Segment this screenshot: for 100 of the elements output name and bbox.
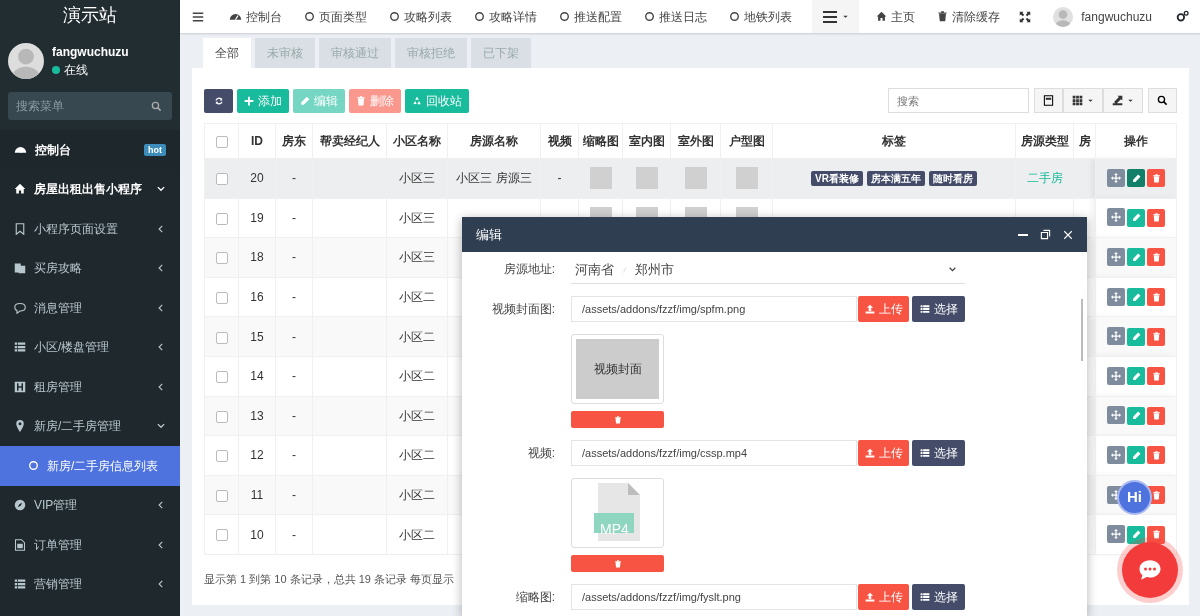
home-link[interactable]: 主页 (865, 7, 927, 26)
drag-button[interactable] (1107, 327, 1125, 346)
drag-button[interactable] (1107, 287, 1125, 306)
edit-button[interactable] (1127, 367, 1145, 386)
search-icon (1157, 95, 1168, 106)
choose-button[interactable]: 选择 (912, 440, 965, 466)
checkbox[interactable] (215, 450, 228, 463)
delete-button[interactable] (1147, 406, 1165, 425)
menu-item[interactable]: 租房管理 (0, 367, 180, 407)
checkbox[interactable] (215, 331, 228, 344)
edit-button[interactable] (1127, 446, 1145, 465)
field-label: 缩略图: (514, 589, 555, 606)
column-header: 帮卖经纪人 (319, 134, 380, 148)
menu-dropdown-button[interactable] (812, 0, 860, 33)
close-icon (1063, 229, 1073, 240)
drag-button[interactable] (1107, 248, 1125, 266)
toggle-view-button[interactable] (1034, 88, 1063, 113)
table-cell: 16 (250, 290, 264, 305)
checkbox[interactable] (215, 135, 228, 148)
checkbox[interactable] (215, 212, 228, 225)
nav-link[interactable]: 攻略列表 (378, 7, 463, 26)
delete-button[interactable] (1147, 327, 1165, 346)
delete-button[interactable] (1147, 525, 1165, 544)
input-field[interactable]: /assets/addons/fzzf/img/cssp.mp4 (571, 440, 857, 466)
delete-button[interactable] (1147, 169, 1165, 188)
drag-button[interactable] (1107, 366, 1125, 385)
checkbox[interactable] (215, 173, 228, 186)
column-header: 标签 (882, 134, 906, 148)
edit-button[interactable] (1127, 525, 1145, 544)
drag-button[interactable] (1107, 445, 1125, 464)
fullscreen-button[interactable] (1019, 10, 1032, 23)
choose-button[interactable]: 选择 (912, 296, 965, 322)
drag-button[interactable] (1107, 525, 1125, 544)
refresh-button[interactable] (204, 88, 233, 113)
menu-item[interactable]: 新房/二手房信息列表 (0, 446, 180, 486)
search-button[interactable] (1148, 88, 1177, 113)
minimize-button[interactable] (1018, 233, 1028, 236)
nav-link[interactable]: 攻略详情 (463, 7, 548, 26)
menu-item[interactable]: 营销管理 (0, 564, 180, 604)
menu-item[interactable]: 小程序页面设置 (0, 209, 180, 249)
drag-button[interactable] (1107, 406, 1125, 425)
close-button[interactable] (1063, 229, 1073, 240)
edit-button[interactable] (1127, 327, 1145, 346)
export-button[interactable] (1103, 88, 1143, 113)
nav-link[interactable]: 地铁列表 (718, 7, 803, 26)
search-field[interactable]: 搜索菜单 (8, 92, 172, 120)
drag-button[interactable] (1107, 168, 1125, 187)
checkbox[interactable] (215, 489, 228, 502)
menu-item[interactable]: 小区/楼盘管理 (0, 327, 180, 367)
table-cell: 14 (250, 369, 264, 384)
menu-item[interactable]: 订单管理 (0, 525, 180, 565)
columns-button[interactable] (1063, 88, 1103, 113)
table-cell: 二手房 (1026, 171, 1063, 186)
checkbox[interactable] (215, 529, 228, 542)
nav-link[interactable]: 推送配置 (548, 7, 633, 26)
delete-button[interactable] (1147, 208, 1165, 227)
delete-button[interactable] (1147, 446, 1165, 465)
delete-button[interactable] (571, 411, 664, 428)
pencil-icon (300, 95, 310, 106)
edit-button[interactable] (1127, 288, 1145, 307)
choose-button[interactable]: 选择 (912, 584, 965, 610)
trash-icon (356, 95, 366, 106)
checkbox[interactable] (215, 410, 228, 423)
maximize-button[interactable] (1040, 229, 1051, 240)
nav-link[interactable]: 控制台 (218, 7, 293, 26)
delete-button[interactable] (1147, 288, 1165, 307)
list-icon (919, 304, 930, 314)
input-field[interactable]: /assets/addons/fzzf/img/fyslt.png (571, 584, 857, 610)
move-icon (1111, 252, 1121, 262)
checkbox[interactable] (215, 291, 228, 304)
field-label: 房源地址: (502, 261, 555, 278)
delete-button[interactable] (1147, 248, 1165, 267)
checkbox[interactable] (215, 252, 228, 265)
menu-item[interactable]: 新房/二手房管理 (0, 406, 180, 446)
menu-item[interactable]: 消息管理 (0, 288, 180, 328)
column-header: 小区名称 (393, 134, 441, 148)
region-select[interactable]: 河南省 郑州市 (571, 256, 965, 284)
tab[interactable]: 全部 (203, 38, 251, 68)
nav-link[interactable]: 推送日志 (633, 7, 718, 26)
move-icon (1111, 529, 1121, 540)
edit-button[interactable] (1127, 208, 1145, 227)
checkbox[interactable] (215, 371, 228, 384)
menu-item[interactable]: VIP管理 (0, 485, 180, 525)
input-field[interactable]: /assets/addons/fzzf/img/spfm.png (571, 296, 857, 322)
delete-button[interactable] (571, 555, 664, 572)
search-field[interactable]: 搜索 (888, 88, 1029, 113)
user-menu-link[interactable]: fangwuchuzu (1081, 7, 1152, 26)
edit-button[interactable] (1127, 406, 1145, 425)
menu-item[interactable]: 买房攻略 (0, 248, 180, 288)
delete-button[interactable] (1147, 367, 1165, 386)
nav-link[interactable]: 页面类型 (293, 7, 378, 26)
drag-button[interactable] (1107, 208, 1125, 227)
edit-button[interactable] (1127, 248, 1145, 267)
edit-button[interactable] (1127, 169, 1145, 188)
settings-button[interactable] (1176, 10, 1189, 23)
menu-item[interactable]: 房屋出租出售小程序 (0, 169, 180, 209)
clear-cache-link[interactable]: 清除缓存 (926, 7, 1012, 26)
menu-toggle-button[interactable] (192, 10, 204, 23)
menu-label: 消息管理 (34, 299, 83, 317)
table-cell: 小区二 (399, 329, 435, 344)
